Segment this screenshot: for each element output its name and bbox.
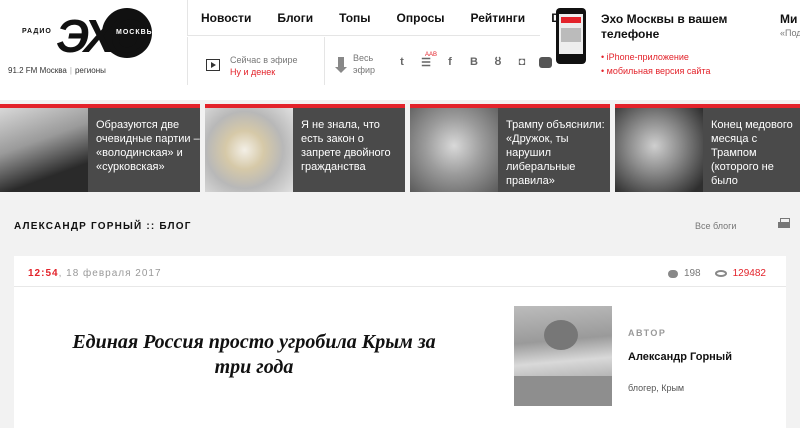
- article-time: 12:54: [28, 268, 59, 279]
- logo-right-word: МОСКВЫ: [116, 29, 155, 36]
- news-card[interactable]: Образуются две очевидные партии – «волод…: [0, 104, 200, 192]
- all-air-line1: Весь: [353, 53, 374, 63]
- all-air-link[interactable]: Весь эфир: [326, 37, 386, 85]
- author-label: АВТОР: [628, 328, 667, 338]
- article-meta: 12:54, 18 февраля 2017: [28, 268, 162, 279]
- view-count: 129482: [732, 268, 766, 279]
- nav-item-polls[interactable]: Опросы: [397, 11, 445, 25]
- article-stats: 198 129482: [667, 268, 766, 279]
- news-card[interactable]: Трампу объяснили: «Дружок, ты нарушил ли…: [410, 104, 610, 192]
- iphone-app-link[interactable]: iPhone-приложение: [601, 50, 710, 64]
- print-icon[interactable]: [778, 218, 790, 230]
- instagram-icon[interactable]: ◘: [515, 56, 529, 68]
- echo-logo[interactable]: РАДИО ЭХО МОСКВЫ: [22, 6, 172, 66]
- news-photo: [410, 108, 498, 192]
- facebook-icon[interactable]: f: [443, 56, 457, 68]
- all-blogs-link[interactable]: Все блоги: [695, 221, 736, 231]
- comment-count[interactable]: 198: [684, 268, 701, 279]
- news-caption[interactable]: Конец медового месяца с Трампом (которог…: [711, 118, 800, 188]
- news-card[interactable]: Я не знала, что есть закон о запрете дво…: [205, 104, 405, 192]
- article-headline: Единая Россия просто угробила Крым за тр…: [72, 331, 436, 378]
- author-photo[interactable]: [514, 306, 612, 406]
- phone-image: [556, 8, 586, 64]
- app-links: iPhone-приложение мобильная версия сайта: [601, 50, 711, 78]
- youtube-icon[interactable]: [539, 56, 552, 68]
- news-strip: Образуются две очевидные партии – «волод…: [0, 104, 800, 192]
- eye-icon: [714, 270, 727, 277]
- live-program[interactable]: Ну и денек: [230, 67, 275, 77]
- regions-link[interactable]: регионы: [75, 66, 106, 75]
- nav-item-blogs[interactable]: Блоги: [277, 11, 313, 25]
- rss-icon[interactable]: ☰: [419, 56, 433, 69]
- news-photo: [615, 108, 703, 192]
- nav-item-news[interactable]: Новости: [201, 11, 251, 25]
- logo-left-word: РАДИО: [22, 28, 52, 35]
- blog-title: АЛЕКСАНДР ГОРНЫЙ :: БЛОГ: [14, 221, 192, 232]
- mobile-site-link[interactable]: мобильная версия сайта: [601, 64, 711, 78]
- site-header: РАДИО ЭХО МОСКВЫ 91.2 FM Москва | регионы …: [0, 0, 800, 100]
- divider: [14, 286, 786, 287]
- frequency-text: 91.2 FM Москва: [8, 66, 67, 75]
- side-subtitle: «Под: [780, 28, 800, 38]
- play-icon[interactable]: [206, 59, 220, 71]
- live-label: Сейчас в эфире: [230, 55, 298, 65]
- article-card: 12:54, 18 февраля 2017 198 129482 Единая…: [14, 256, 786, 428]
- app-promo-title: Эхо Москвы в вашем телефоне: [601, 12, 728, 41]
- news-card[interactable]: Конец медового месяца с Трампом (которог…: [615, 104, 800, 192]
- nav-item-ratings[interactable]: Рейтинги: [471, 11, 526, 25]
- live-now[interactable]: Сейчас в эфире Ну и денек: [187, 37, 325, 85]
- news-caption[interactable]: Трампу объяснили: «Дружок, ты нарушил ли…: [506, 118, 610, 188]
- all-air-line2: эфир: [353, 65, 376, 75]
- author-description: блогер, Крым: [628, 383, 685, 393]
- social-links: t ☰ f B ȣ ◘: [395, 52, 552, 72]
- nav-item-tops[interactable]: Топы: [339, 11, 370, 25]
- vk-icon[interactable]: B: [467, 56, 481, 68]
- author-name[interactable]: Александр Горный: [628, 350, 748, 364]
- download-arrow-icon: [335, 57, 347, 73]
- article-date: , 18 февраля 2017: [58, 268, 162, 279]
- logo-wordmark: ЭХО: [56, 10, 146, 62]
- news-photo: [205, 108, 293, 192]
- frequency-line: 91.2 FM Москва | регионы: [8, 66, 106, 75]
- news-caption[interactable]: Образуются две очевидные партии – «волод…: [96, 118, 200, 174]
- side-title[interactable]: Ми: [780, 12, 797, 26]
- news-caption[interactable]: Я не знала, что есть закон о запрете дво…: [301, 118, 405, 174]
- news-photo: [0, 108, 88, 192]
- ok-icon[interactable]: ȣ: [491, 56, 505, 68]
- main-nav: Новости Блоги Топы Опросы Рейтинги Doc: [187, 0, 574, 36]
- twitter-icon[interactable]: t: [395, 56, 409, 68]
- comment-icon[interactable]: [667, 269, 678, 278]
